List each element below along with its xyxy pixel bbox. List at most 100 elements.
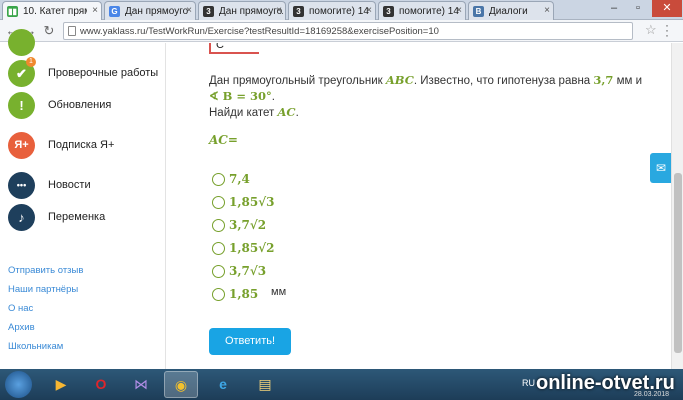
menu-icon[interactable]: · · ·: [665, 19, 669, 41]
option-label: 3,7√2: [229, 218, 267, 232]
window-close-button[interactable]: ✕: [652, 0, 682, 17]
option-label: 1,85: [229, 287, 259, 301]
close-icon[interactable]: ×: [544, 5, 550, 16]
triangle-vertex-label: C: [216, 43, 224, 51]
radio-button[interactable]: [212, 219, 225, 232]
radio-button[interactable]: [212, 173, 225, 186]
sidebar-item-label: Переменка: [48, 211, 106, 223]
tab-label: помогите) 14: [309, 6, 369, 17]
tab-label: 10. Катет прям: [23, 6, 87, 17]
sidebar-item-label: Новости: [48, 179, 91, 191]
language-indicator[interactable]: RU: [522, 378, 535, 388]
answer-option[interactable]: 1,85: [212, 286, 412, 304]
radio-button[interactable]: [212, 242, 225, 255]
radio-button[interactable]: [212, 196, 225, 209]
problem-text-part: мм и: [613, 75, 643, 87]
tab-label: Дан прямоуго: [125, 6, 189, 17]
internet-explorer-icon[interactable]: e: [206, 371, 240, 398]
answer-option[interactable]: 1,85√3: [212, 194, 412, 212]
close-icon[interactable]: ×: [276, 5, 282, 16]
sidebar: ✔ 1 Проверочные работы ! Обновления Я+ П…: [0, 29, 166, 369]
sidebar-item-news[interactable]: ••• Новости: [8, 172, 163, 200]
option-label: 7,4: [229, 172, 250, 186]
link-partners[interactable]: Наши партнёры: [8, 284, 78, 295]
answer-label: AC=: [209, 133, 238, 147]
znanija-icon: 3: [203, 6, 214, 17]
math-angle: ∢ B = 30°: [209, 89, 272, 103]
bell-icon: ♪: [8, 204, 35, 231]
notification-badge: 1: [26, 57, 36, 67]
answer-option[interactable]: 3,7√2: [212, 217, 412, 235]
submit-answer-button[interactable]: Ответить!: [209, 328, 291, 355]
tab-znanija-1[interactable]: 3 Дан прямоугол ×: [198, 1, 286, 20]
problem-text-part: .: [295, 107, 299, 119]
sidebar-item-partial[interactable]: [8, 29, 163, 57]
chrome-icon[interactable]: ◉: [164, 371, 198, 398]
problem-text-part: . Известно, что гипотенуза равна: [413, 75, 594, 87]
sidebar-item-label: Обновления: [48, 99, 112, 111]
problem-question: Найди катет: [209, 107, 278, 119]
close-icon[interactable]: ×: [186, 5, 192, 16]
problem-text-part: .: [271, 91, 275, 103]
close-icon[interactable]: ×: [366, 5, 372, 16]
problem-text-part: Дан прямоугольный треугольник: [209, 75, 386, 87]
tab-vk[interactable]: В Диалоги ×: [468, 1, 554, 20]
yaklass-icon: ▮▮: [7, 6, 18, 17]
sidebar-item-break[interactable]: ♪ Переменка: [8, 204, 163, 232]
tab-strip: ▮▮ 10. Катет прям × G Дан прямоуго × 3 Д…: [0, 0, 683, 20]
radio-button[interactable]: [212, 265, 225, 278]
link-feedback[interactable]: Отправить отзыв: [8, 265, 83, 276]
link-archive[interactable]: Архив: [8, 322, 35, 333]
problem-text: Дан прямоугольный треугольник ABC. Извес…: [209, 73, 649, 121]
math-abc: ABC: [385, 73, 414, 87]
scrollbar[interactable]: [671, 43, 683, 369]
tab-label: помогите) 14: [399, 6, 459, 17]
link-about[interactable]: О нас: [8, 303, 33, 314]
vk-icon: В: [473, 6, 484, 17]
answer-option[interactable]: 7,4: [212, 171, 412, 189]
folder-icon[interactable]: ▤: [248, 371, 282, 398]
znanija-icon: 3: [383, 6, 394, 17]
unit-label: мм: [271, 286, 287, 298]
option-label: 1,85√2: [229, 241, 275, 255]
google-icon: G: [109, 6, 120, 17]
link-students[interactable]: Школьникам: [8, 341, 63, 352]
tab-znanija-3[interactable]: 3 помогите) 14 ×: [378, 1, 466, 20]
sidebar-item-subscription[interactable]: Я+ Подписка Я+: [8, 132, 163, 160]
sidebar-item-label: Проверочные работы: [48, 67, 159, 79]
media-player-icon[interactable]: ▶: [44, 371, 78, 398]
mail-icon[interactable]: ✉: [650, 153, 672, 183]
maximize-button[interactable]: ▫: [626, 0, 650, 17]
sidebar-partial-icon: [8, 29, 35, 56]
tab-label: Дан прямоугол: [219, 6, 283, 17]
answer-option[interactable]: 1,85√2: [212, 240, 412, 258]
bookmark-star-icon[interactable]: ☆: [645, 22, 657, 38]
tab-znanija-2[interactable]: 3 помогите) 14 ×: [288, 1, 376, 20]
sidebar-item-tests[interactable]: ✔ 1 Проверочные работы: [8, 57, 163, 88]
math-hypotenuse: 3,7: [593, 73, 614, 87]
visual-studio-icon[interactable]: ⋈: [124, 371, 158, 398]
start-button[interactable]: [5, 371, 32, 398]
chat-icon: •••: [8, 172, 35, 199]
close-icon[interactable]: ×: [92, 5, 98, 16]
close-icon[interactable]: ×: [456, 5, 462, 16]
radio-button[interactable]: [212, 288, 225, 301]
scrollbar-thumb[interactable]: [674, 173, 682, 353]
triangle-figure: C: [209, 43, 259, 54]
tab-google[interactable]: G Дан прямоуго ×: [104, 1, 196, 20]
exercise-panel: C Дан прямоугольный треугольник ABC. Изв…: [167, 43, 671, 369]
answer-option[interactable]: 3,7√3: [212, 263, 412, 281]
option-label: 1,85√3: [229, 195, 275, 209]
ya-plus-icon: Я+: [8, 132, 35, 159]
tab-yaklass[interactable]: ▮▮ 10. Катет прям ×: [2, 1, 102, 20]
exclamation-icon: !: [8, 92, 35, 119]
sidebar-item-label: Подписка Я+: [48, 139, 115, 151]
screen: ▮▮ 10. Катет прям × G Дан прямоуго × 3 Д…: [0, 0, 683, 400]
opera-icon[interactable]: O: [84, 371, 118, 398]
sidebar-item-updates[interactable]: ! Обновления: [8, 92, 163, 120]
minimize-button[interactable]: –: [602, 0, 626, 17]
tray-date[interactable]: 28.03.2018: [634, 391, 669, 398]
znanija-icon: 3: [293, 6, 304, 17]
math-ac: AC: [277, 105, 296, 119]
option-label: 3,7√3: [229, 264, 267, 278]
